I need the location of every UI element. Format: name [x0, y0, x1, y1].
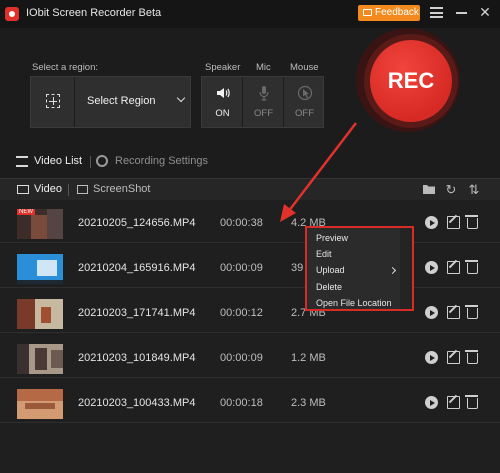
file-name: 20210204_165916.MP4	[78, 262, 196, 274]
mic-state: OFF	[254, 108, 273, 119]
refresh-icon[interactable]: ↻	[444, 183, 458, 197]
table-row[interactable]: NEW 20210205_124656.MP4 00:00:38 4.2 MB	[0, 201, 500, 243]
speaker-caption: Speaker	[205, 62, 241, 73]
tabs-row: Video List Recording Settings	[0, 144, 500, 178]
table-row[interactable]: 20210203_101849.MP4 00:00:09 1.2 MB	[0, 336, 500, 378]
edit-icon[interactable]	[447, 306, 460, 319]
minimize-icon[interactable]	[456, 12, 467, 14]
play-icon[interactable]	[425, 216, 438, 229]
trash-icon[interactable]	[465, 395, 478, 409]
region-selector[interactable]: Select Region	[30, 76, 191, 128]
trash-icon[interactable]	[465, 260, 478, 274]
chat-icon	[363, 9, 372, 16]
file-name: 20210203_100433.MP4	[78, 397, 196, 409]
menu-item-preview[interactable]: Preview	[316, 233, 348, 243]
file-duration: 00:00:12	[220, 307, 263, 319]
feedback-button[interactable]: Feedback	[358, 5, 420, 21]
table-row[interactable]: 20210204_165916.MP4 00:00:09 39	[0, 246, 500, 288]
filter-video[interactable]: Video	[34, 183, 62, 195]
tab-recording-settings[interactable]: Recording Settings	[115, 155, 208, 167]
sort-icon[interactable]: ⇅	[467, 183, 481, 197]
file-name: 20210203_171741.MP4	[78, 307, 196, 319]
feedback-label: Feedback	[375, 7, 419, 18]
file-duration: 00:00:38	[220, 217, 263, 229]
edit-icon[interactable]	[447, 351, 460, 364]
file-size: 1.2 MB	[291, 352, 326, 364]
video-thumbnail: NEW	[17, 209, 63, 239]
list-toolbar: Video ScreenShot ↻ ⇅	[0, 178, 500, 200]
tab-video-list[interactable]: Video List	[34, 155, 82, 167]
edit-icon[interactable]	[447, 396, 460, 409]
file-duration: 00:00:18	[220, 397, 263, 409]
file-duration: 00:00:09	[220, 352, 263, 364]
file-name: 20210205_124656.MP4	[78, 217, 196, 229]
app-logo-icon	[5, 7, 19, 21]
video-thumbnail	[17, 254, 63, 284]
menu-item-open-file-location[interactable]: Open File Location	[316, 298, 392, 308]
annotation-arrow	[280, 122, 357, 222]
chevron-right-icon	[388, 266, 397, 275]
context-menu-scrollbar	[400, 228, 412, 309]
play-icon[interactable]	[425, 396, 438, 409]
menu-item-upload[interactable]: Upload	[316, 265, 345, 275]
trash-icon[interactable]	[465, 215, 478, 229]
video-thumbnail	[17, 299, 63, 329]
title-bar: IObit Screen Recorder Beta Feedback ✕	[0, 0, 500, 28]
file-size: 2.3 MB	[291, 397, 326, 409]
region-caption: Select a region:	[32, 62, 99, 73]
file-duration: 00:00:09	[220, 262, 263, 274]
trash-icon[interactable]	[465, 350, 478, 364]
play-icon[interactable]	[425, 306, 438, 319]
table-row[interactable]: 20210203_100433.MP4 00:00:18 2.3 MB	[0, 381, 500, 423]
image-icon	[77, 185, 88, 194]
menu-item-edit[interactable]: Edit	[316, 249, 332, 259]
chevron-down-icon	[176, 93, 186, 103]
mic-icon	[259, 86, 269, 101]
rec-button[interactable]: REC	[370, 40, 452, 122]
folder-icon[interactable]	[422, 183, 436, 197]
list-icon	[16, 156, 28, 167]
mic-caption: Mic	[256, 62, 271, 73]
app-title: IObit Screen Recorder Beta	[26, 7, 162, 19]
mouse-caption: Mouse	[290, 62, 319, 73]
filter-screenshot[interactable]: ScreenShot	[93, 183, 150, 195]
video-icon	[17, 185, 29, 194]
mouse-state: OFF	[295, 108, 314, 119]
edit-icon[interactable]	[447, 216, 460, 229]
trash-icon[interactable]	[465, 305, 478, 319]
tab-divider	[90, 156, 91, 168]
file-size: 39	[291, 262, 304, 274]
region-value: Select Region	[87, 95, 156, 107]
gear-icon	[96, 155, 108, 167]
new-badge: NEW	[17, 209, 35, 215]
edit-icon[interactable]	[447, 261, 460, 274]
crosshair-icon	[46, 94, 60, 108]
menu-item-delete[interactable]: Delete	[316, 282, 342, 292]
toolbar-divider	[68, 184, 69, 196]
menu-icon[interactable]	[430, 7, 443, 18]
close-icon[interactable]: ✕	[478, 4, 492, 20]
region-icon-cell[interactable]	[31, 77, 75, 127]
video-thumbnail	[17, 389, 63, 419]
mouse-cursor-icon	[297, 85, 313, 101]
table-row[interactable]: 20210203_171741.MP4 00:00:12 2.7 MB	[0, 291, 500, 333]
play-icon[interactable]	[425, 261, 438, 274]
file-name: 20210203_101849.MP4	[78, 352, 196, 364]
context-menu: Preview Edit Upload Delete Open File Loc…	[305, 226, 414, 311]
video-thumbnail	[17, 344, 63, 374]
speaker-icon	[217, 88, 230, 98]
speaker-toggle[interactable]: ON	[202, 77, 243, 127]
play-icon[interactable]	[425, 351, 438, 364]
speaker-state: ON	[215, 108, 230, 119]
